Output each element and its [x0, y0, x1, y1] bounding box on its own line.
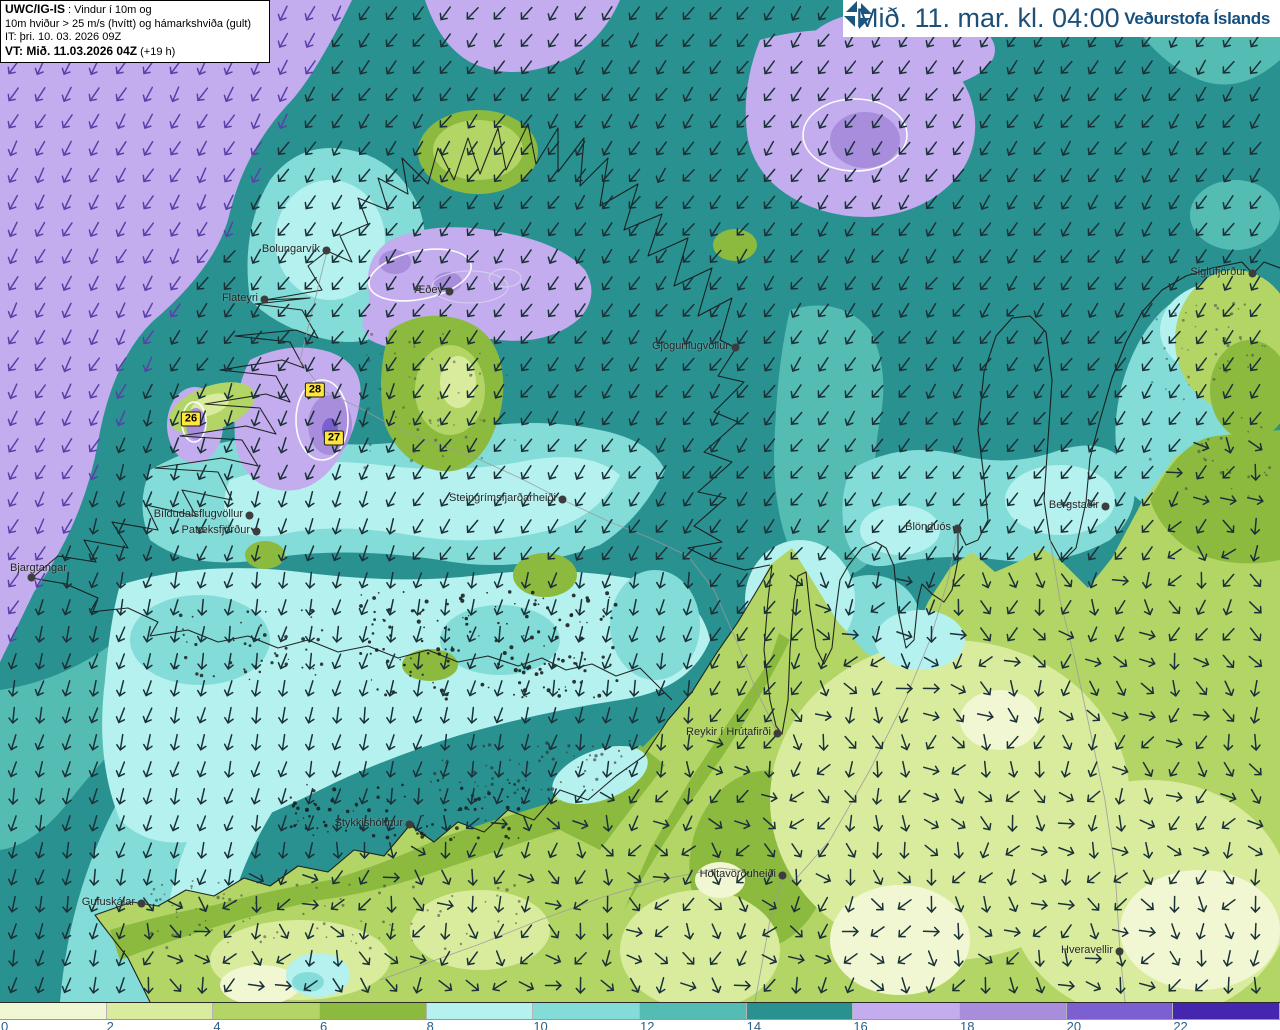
forecast-info-box: UWC/IG-IS : Vindur í 10m og 10m hviður >… [0, 0, 270, 63]
met-office-name: Veðurstofa Íslands [1124, 8, 1270, 28]
legend-segment [1173, 1003, 1280, 1019]
wind-map-svg [0, 0, 1280, 1002]
legend-tick: 20 [1066, 1019, 1082, 1030]
valid-datetime: Mið. 11. mar. kl. 04:00 [856, 3, 1120, 33]
legend-tick-labels: 0 2 4 6 8 10 12 14 16 18 20 22 [0, 1019, 1280, 1030]
info-line-gusts: 10m hviður > 25 m/s (hvítt) og hámarkshv… [5, 17, 252, 30]
met-office-brand: Veðurstofa Íslands [844, 1, 1270, 29]
legend-segment [106, 1003, 214, 1019]
legend-tick: 6 [320, 1019, 328, 1030]
legend-tick: 4 [213, 1019, 221, 1030]
legend-segment [1066, 1003, 1174, 1019]
weather-map-page: Bolungarvík Flateyri Æðey Gjögurflugvöllur S… [0, 0, 1280, 1030]
legend-tick: 16 [853, 1019, 868, 1030]
info-line-valid-time: VT: Mið. 11.03.2026 04Z (+19 h) [5, 43, 176, 58]
map-canvas[interactable]: Bolungarvík Flateyri Æðey Gjögurflugvöllur S… [0, 0, 1280, 1002]
legend-tick: 12 [640, 1019, 655, 1030]
legend-segment [319, 1003, 427, 1019]
legend-segment [959, 1003, 1067, 1019]
legend-segment [746, 1003, 854, 1019]
legend-color-bar [0, 1003, 1280, 1020]
wind-speed-legend: 0 2 4 6 8 10 12 14 16 18 20 22 [0, 1002, 1280, 1030]
title-bar: Mið. 11. mar. kl. 04:00 Veðurstofa Íslan… [843, 0, 1280, 37]
legend-tick: 8 [426, 1019, 434, 1030]
legend-tick: 0 [1, 1019, 9, 1030]
legend-segment [853, 1003, 960, 1019]
legend-tick: 22 [1173, 1019, 1188, 1030]
met-office-logo-icon [844, 1, 872, 29]
legend-tick: 10 [533, 1019, 548, 1030]
legend-segment [426, 1003, 534, 1019]
legend-segment [0, 1003, 107, 1019]
legend-tick: 18 [960, 1019, 975, 1030]
legend-segment [533, 1003, 640, 1019]
legend-segment [639, 1003, 747, 1019]
model-name: UWC/IG-IS [5, 2, 65, 16]
legend-segment [213, 1003, 320, 1019]
legend-tick: 2 [106, 1019, 114, 1030]
legend-tick: 14 [746, 1019, 762, 1030]
info-line-model: UWC/IG-IS : Vindur í 10m og [5, 2, 152, 16]
info-line-init-time: IT: þri. 10. 03. 2026 09Z [5, 31, 122, 43]
